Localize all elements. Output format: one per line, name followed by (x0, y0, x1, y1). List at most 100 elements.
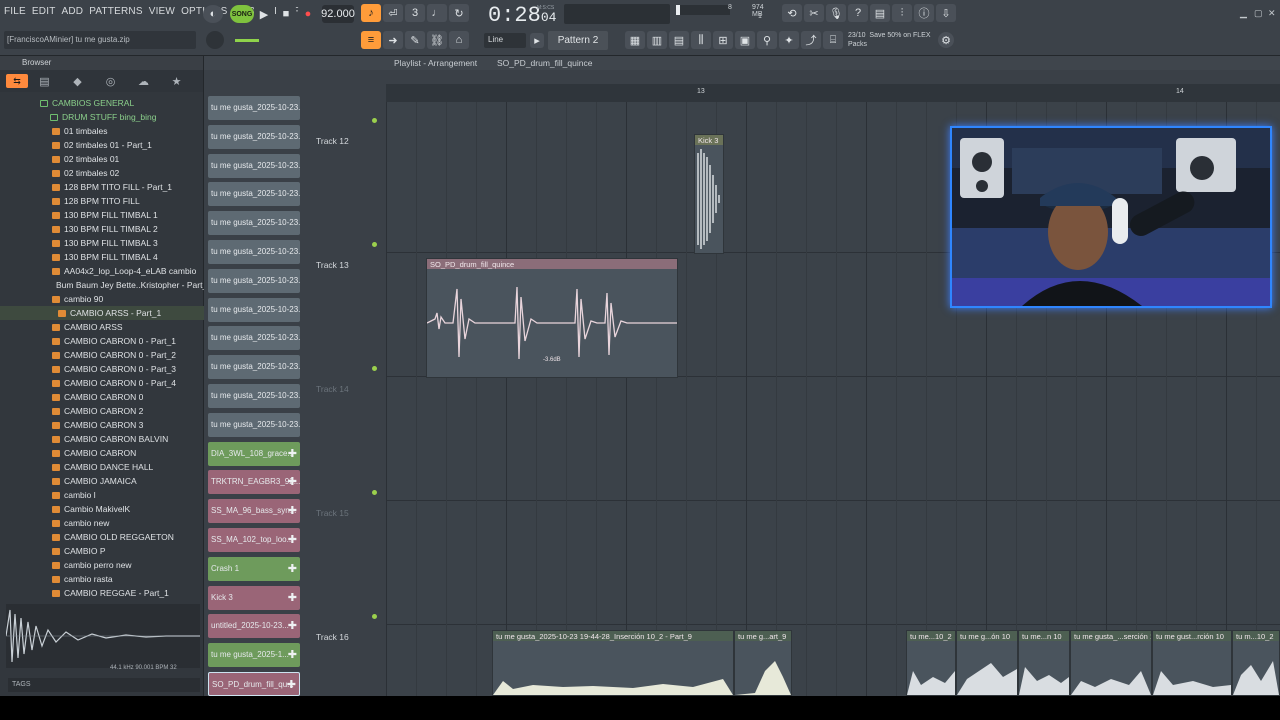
browser-file[interactable]: CAMBIO CABRON 0 - Part_2 (0, 348, 204, 362)
browser-file[interactable]: CAMBIO CABRON 0 - Part_4 (0, 376, 204, 390)
clip-source-item[interactable]: untitled_2025-10-23... ✚ (208, 614, 300, 639)
browser-folder[interactable]: CAMBIOS GENERAL (0, 96, 204, 110)
browser-tab-projects-icon[interactable]: ◎ (94, 75, 127, 88)
menu-file[interactable]: FILE (4, 6, 26, 17)
add-clip-icon[interactable]: ✚ (288, 447, 297, 460)
browser-file[interactable]: CAMBIO CABRON 0 (0, 390, 204, 404)
browser-file[interactable]: CAMBIO OLD REGGAETON (0, 530, 204, 544)
audio-clip-b[interactable]: tu me g...art_9 (734, 630, 792, 696)
browser-file[interactable]: CAMBIO DANCE HALL (0, 460, 204, 474)
countdown-icon[interactable]: 3 (405, 4, 425, 22)
add-clip-icon[interactable]: ✚ (288, 475, 297, 488)
arrow-right-icon[interactable]: ➜ (383, 31, 403, 49)
browser-toggle-icon[interactable]: ▣ (735, 31, 755, 49)
snap-mode-select[interactable]: Line (484, 33, 526, 48)
stop-button[interactable]: ■ (276, 5, 296, 23)
browser-file[interactable]: cambio rasta (0, 572, 204, 586)
browser-file[interactable]: cambio l (0, 488, 204, 502)
clip-source-item[interactable]: tu me gusta_2025-10-23... (208, 182, 300, 207)
master-volume-knob[interactable] (206, 31, 224, 49)
capture-icon[interactable]: ⤴ (801, 31, 821, 49)
browser-file[interactable]: Bum Baum Jey Bette..Kristopher - Part_1 (0, 278, 204, 292)
browser-tab-favorites-icon[interactable]: ★ (160, 75, 193, 88)
clip-source-item[interactable]: tu me gusta_2025-10-23... (208, 326, 300, 351)
browser-file[interactable]: CAMBIO REGGAE - Part_1 (0, 586, 204, 600)
plugin-picker-icon[interactable]: ⚲ (757, 31, 777, 49)
info-icon[interactable]: ⓘ (914, 4, 934, 22)
channel-rack-icon[interactable]: ▤ (669, 31, 689, 49)
record-button[interactable]: ● (298, 5, 318, 23)
step-edit-icon[interactable]: ♩ (427, 4, 447, 22)
clip-source-item[interactable]: tu me gusta_2025-10-23... (208, 239, 300, 264)
browser-file[interactable]: CAMBIO CABRON 0 - Part_3 (0, 362, 204, 376)
mixer-view-icon[interactable]: ⫼ (691, 31, 711, 49)
browser-file[interactable]: CAMBIO ARSS - Part_1 (0, 306, 204, 320)
metronome-icon[interactable]: ♪ (361, 4, 381, 22)
track-enable-led[interactable] (372, 614, 377, 619)
touch-keyboard-icon[interactable]: ✦ (779, 31, 799, 49)
browser-file[interactable]: 130 BPM FILL TIMBAL 4 (0, 250, 204, 264)
browser-file[interactable]: 130 BPM FILL TIMBAL 3 (0, 236, 204, 250)
clip-source-item[interactable]: tu me gusta_2025-10-23... (208, 355, 300, 380)
download-icon[interactable]: ⇩ (936, 4, 956, 22)
browser-file[interactable]: 02 timbales 01 - Part_1 (0, 138, 204, 152)
track-enable-led[interactable] (372, 242, 377, 247)
menu-patterns[interactable]: PATTERNS (89, 6, 142, 17)
pattern-selector[interactable]: Pattern 2 (548, 31, 608, 50)
browser-file[interactable]: 130 BPM FILL TIMBAL 1 (0, 208, 204, 222)
shop-icon[interactable]: ⌸ (823, 31, 843, 49)
browser-title[interactable]: Browser (0, 56, 203, 70)
close-icon[interactable]: ✕ (1268, 8, 1276, 19)
add-clip-icon[interactable]: ✚ (288, 504, 297, 517)
browser-tab-files-icon[interactable]: ▤ (28, 75, 61, 88)
master-pitch-slider[interactable] (235, 39, 259, 42)
browser-file[interactable]: cambio new (0, 516, 204, 530)
browser-file[interactable]: cambio perro new (0, 558, 204, 572)
promo-banner[interactable]: 23/10 Save 50% on FLEX Packs (848, 31, 931, 49)
sample-preview-waveform[interactable] (5, 604, 200, 668)
audio-clip-a[interactable]: tu me gusta_2025-10-23 19-44-28_Inserció… (492, 630, 734, 696)
browser-file[interactable]: CAMBIO P (0, 544, 204, 558)
browser-file[interactable]: 01 timbales (0, 124, 204, 138)
stamp-icon[interactable]: ⌂ (449, 31, 469, 49)
audio-clip-g[interactable]: tu me gust...rción 10 (1152, 630, 1232, 696)
tags-bar[interactable]: TAGS (8, 678, 200, 692)
clip-source-item[interactable]: tu me gusta_2025-1... ✚ (208, 643, 300, 668)
audio-clip-c[interactable]: tu me...10_2 (906, 630, 956, 696)
track-enable-led[interactable] (372, 490, 377, 495)
add-clip-icon[interactable]: ✚ (288, 591, 297, 604)
cut-icon[interactable]: ✂ (804, 4, 824, 22)
browser-file[interactable]: 128 BPM TITO FILL - Part_1 (0, 180, 204, 194)
mic-icon[interactable]: 🎙 (826, 4, 846, 22)
plugin-icon[interactable]: ⊞ (713, 31, 733, 49)
add-clip-icon[interactable]: ✚ (288, 619, 297, 632)
clip-source-item[interactable]: tu me gusta_2025-10-23... (208, 96, 300, 120)
song-mode-badge[interactable]: SONG (230, 5, 254, 23)
menu-add[interactable]: ADD (62, 6, 84, 17)
help-icon[interactable]: ? (848, 4, 868, 22)
browser-file[interactable]: CAMBIO JAMAICA (0, 474, 204, 488)
browser-file[interactable]: CAMBIO CABRON 3 (0, 418, 204, 432)
browser-file[interactable]: 02 timbales 01 (0, 152, 204, 166)
save-icon[interactable]: ▤ (870, 4, 890, 22)
brush-icon[interactable]: ✎ (405, 31, 425, 49)
track-label[interactable]: Track 13 (316, 260, 349, 270)
clip-source-item[interactable]: DIA_3WL_108_grace... ✚ (208, 441, 300, 466)
browser-file[interactable]: AA04x2_lop_Loop-4_eLAB cambio (0, 264, 204, 278)
track-label[interactable]: Track 14 (316, 384, 349, 394)
menu-view[interactable]: VIEW (149, 6, 175, 17)
browser-file[interactable]: 128 BPM TITO FILL (0, 194, 204, 208)
track-enable-led[interactable] (372, 366, 377, 371)
clip-source-item[interactable]: tu me gusta_2025-10-23... (208, 211, 300, 236)
maximize-icon[interactable]: ▢ (1254, 8, 1263, 19)
add-clip-icon[interactable]: ✚ (288, 648, 297, 661)
clip-source-item[interactable]: tu me gusta_2025-10-23... (208, 268, 300, 293)
browser-file[interactable]: CAMBIO CABRON 0 - Part_1 (0, 334, 204, 348)
play-button[interactable]: ▶ (254, 5, 274, 23)
add-clip-icon[interactable]: ✚ (287, 678, 296, 691)
kick-clip[interactable]: Kick 3 (694, 134, 724, 254)
browser-file[interactable]: CAMBIO ARSS (0, 320, 204, 334)
drum-fill-clip[interactable]: SO_PD_drum_fill_quince -3.6dB (426, 258, 678, 378)
link-icon[interactable]: ⛓ (427, 31, 447, 49)
clip-source-item[interactable]: tu me gusta_2025-10-23... (208, 124, 300, 149)
